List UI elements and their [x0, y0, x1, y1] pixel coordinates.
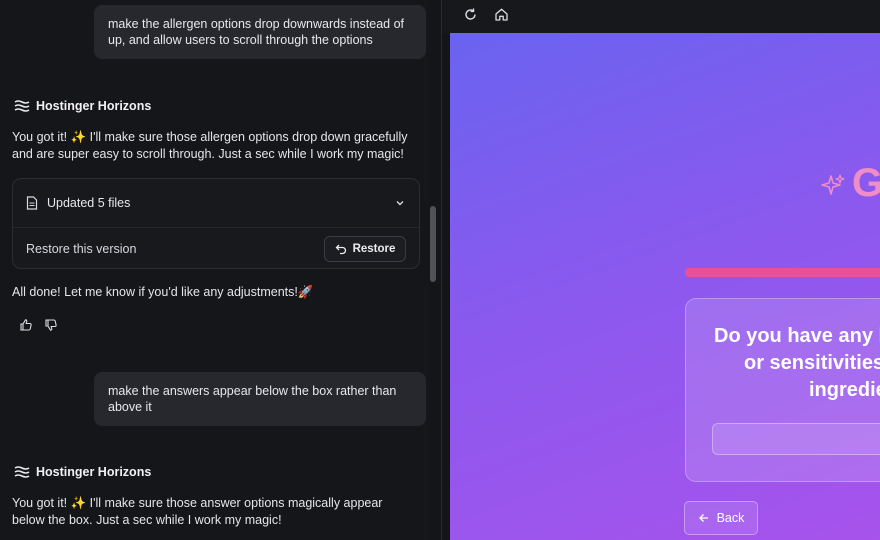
back-button-label: Back [716, 511, 745, 525]
home-icon[interactable] [494, 7, 509, 22]
question-card: Do you have any k or sensitivities ingre… [685, 298, 880, 482]
panel-divider[interactable] [441, 0, 442, 540]
thumbs-up-icon[interactable] [19, 318, 33, 332]
assistant-author: Hostinger Horizons [14, 465, 151, 479]
arrow-left-icon [698, 514, 708, 522]
brand-waves-icon [14, 466, 30, 478]
question-line: or sensitivities [744, 352, 880, 374]
question-line: Do you have any k [714, 325, 880, 347]
chevron-down-icon [396, 201, 404, 206]
chat-scrollbar-thumb[interactable] [430, 206, 436, 282]
assistant-author-name: Hostinger Horizons [36, 99, 152, 113]
assistant-message: You got it! ✨ I'll make sure those aller… [12, 130, 408, 161]
restore-row: Restore this version Restore [13, 228, 419, 269]
user-message-text: make the answers appear below the box ra… [108, 384, 397, 414]
progress-bar [685, 268, 880, 277]
thumbs-down-icon[interactable] [44, 318, 58, 332]
allergen-input[interactable] [712, 423, 880, 455]
restore-version-label: Restore this version [26, 241, 137, 256]
reload-icon[interactable] [463, 7, 478, 22]
assistant-author-name: Hostinger Horizons [36, 465, 152, 479]
chat-panel: make the allergen options drop downwards… [0, 0, 430, 540]
preview-toolbar [442, 0, 880, 33]
question-line: ingredie [809, 379, 880, 401]
restore-button-label: Restore [352, 242, 396, 255]
back-button[interactable]: Back [684, 501, 758, 535]
user-message: make the allergen options drop downwards… [94, 5, 426, 59]
app-title: G [852, 161, 880, 205]
app-preview: G Do you have any k or sensitivities ing… [450, 33, 880, 540]
done-message: All done! Let me know if you'd like any … [12, 285, 314, 299]
sparkle-icon [821, 174, 845, 195]
user-message: make the answers appear below the box ra… [94, 372, 426, 426]
assistant-message: You got it! ✨ I'll make sure those answe… [12, 496, 383, 527]
user-message-text: make the allergen options drop downwards… [108, 17, 405, 47]
updated-files-toggle[interactable]: Updated 5 files [13, 179, 419, 228]
assistant-author: Hostinger Horizons [14, 99, 151, 113]
updated-files-label: Updated 5 files [47, 196, 131, 210]
file-icon [26, 196, 38, 210]
undo-icon [335, 244, 346, 254]
files-card: Updated 5 files Restore this version Res… [12, 178, 420, 269]
brand-waves-icon [14, 100, 30, 112]
restore-button[interactable]: Restore [324, 235, 406, 262]
